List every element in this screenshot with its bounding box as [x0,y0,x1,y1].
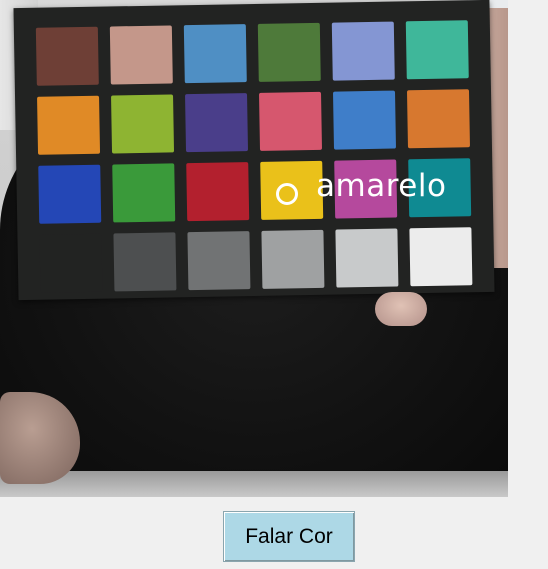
camera-feed: amarelo [0,0,508,497]
color-patch [113,232,177,292]
color-checker-card [13,0,495,301]
color-patch [186,162,250,222]
circle-marker-icon [276,183,298,205]
color-patch-grid [35,20,473,293]
color-patch [109,25,173,85]
color-patch [111,94,175,154]
color-patch [409,227,473,287]
color-patch [38,164,102,224]
color-patch [332,90,396,150]
color-patch [261,229,325,289]
thumb [375,292,427,326]
color-patch [185,93,249,153]
color-patch [335,228,399,288]
desk-surface [0,471,508,497]
color-patch [37,95,101,155]
color-patch [257,22,321,82]
color-patch [331,21,395,81]
speak-color-button[interactable]: Falar Cor [223,511,355,562]
app-window: amarelo Falar Cor [0,0,548,569]
color-patch [183,24,247,84]
color-patch [187,231,251,291]
color-patch [406,89,470,149]
color-patch [405,20,469,80]
color-patch [35,26,99,86]
color-patch [39,233,103,293]
detected-color-label: amarelo [316,168,447,204]
color-patch [112,163,176,223]
color-patch [259,91,323,151]
